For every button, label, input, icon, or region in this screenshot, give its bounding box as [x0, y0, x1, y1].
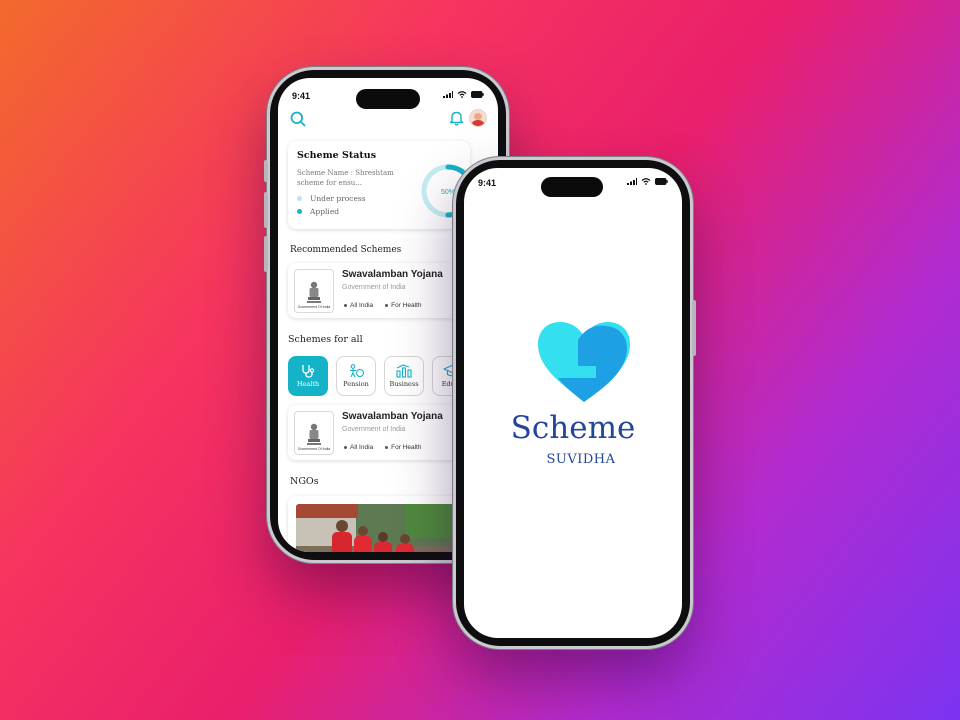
emblem-box: Government Of India	[294, 411, 334, 455]
tag-dot	[344, 304, 347, 307]
wifi-icon	[641, 178, 651, 185]
emblem-caption: Government Of India	[297, 447, 331, 451]
category-business[interactable]: Business	[384, 356, 424, 396]
promo-background: { "back_phone": { "status_time": "9:41",…	[0, 0, 960, 720]
stethoscope-icon	[302, 365, 315, 378]
status-time: 9:41	[292, 91, 311, 101]
legend-under-process: Under process	[297, 194, 366, 203]
ngos-heading: NGOs	[290, 476, 319, 487]
battery-icon	[655, 178, 668, 185]
category-label: Pension	[343, 380, 369, 388]
schemes-for-all-heading: Schemes for all	[288, 334, 363, 345]
heart-logo-icon	[538, 322, 630, 402]
volume-button	[264, 160, 268, 182]
avatar[interactable]	[469, 109, 487, 127]
tag-category: For Health	[385, 444, 421, 451]
emblem-icon	[307, 281, 321, 303]
scheme-title: Swavalamban Yojana	[342, 269, 443, 280]
legend-applied: Applied	[297, 207, 339, 216]
splash-screen-phone: 9:41 Scheme SUVIDHA	[456, 160, 696, 646]
volume-button	[264, 236, 268, 272]
volume-button	[264, 192, 268, 228]
progress-label: 50%	[441, 189, 455, 196]
tag-region: All India	[344, 444, 373, 451]
recommended-heading: Recommended Schemes	[290, 245, 402, 255]
logo-subtitle: SUVIDHA	[546, 452, 616, 467]
tag-region: All India	[344, 302, 373, 309]
tag-label: For Health	[391, 302, 422, 309]
legend-dot	[297, 196, 302, 201]
scheme-tags: All India For Health	[344, 302, 421, 309]
signal-icon	[443, 91, 453, 98]
scheme-subtitle: Government of India	[342, 284, 406, 291]
splash-screen: 9:41 Scheme SUVIDHA	[464, 168, 682, 638]
emblem-box: Government Of India	[294, 269, 334, 313]
emblem-caption: Government Of India	[297, 305, 331, 309]
dynamic-island	[541, 177, 603, 197]
tag-dot	[344, 446, 347, 449]
search-icon[interactable]	[290, 111, 306, 127]
scheme-name-text: Scheme Name : Shreshtam scheme for ensu.…	[297, 169, 394, 187]
status-icons	[443, 91, 484, 98]
category-health[interactable]: Health	[288, 356, 328, 396]
legend-dot	[297, 209, 302, 214]
tag-dot	[385, 446, 389, 449]
legend-label: Under process	[310, 194, 366, 203]
category-label: Health	[296, 380, 320, 388]
bell-icon[interactable]	[449, 110, 464, 126]
emblem-icon	[307, 423, 321, 445]
tag-label: All India	[350, 444, 374, 451]
tag-dot	[385, 304, 389, 307]
power-button	[692, 300, 696, 356]
battery-icon	[471, 91, 484, 98]
signal-icon	[627, 178, 637, 185]
status-time: 9:41	[478, 178, 497, 188]
scheme-status-card[interactable]: Scheme Status Scheme Name : Shreshtam sc…	[288, 141, 470, 229]
scheme-tags: All India For Health	[344, 444, 421, 451]
dynamic-island	[356, 89, 420, 109]
business-icon	[396, 364, 412, 378]
legend-label: Applied	[310, 207, 340, 216]
pension-icon	[350, 364, 365, 378]
scheme-title: Swavalamban Yojana	[342, 411, 443, 422]
category-label: Business	[389, 380, 419, 388]
logo-title: Scheme	[510, 410, 636, 446]
tag-label: For Health	[391, 444, 422, 451]
status-icons	[627, 178, 668, 185]
scheme-status-title: Scheme Status	[297, 150, 377, 161]
wifi-icon	[457, 91, 467, 98]
scheme-subtitle: Government of India	[342, 426, 406, 433]
tag-label: All India	[350, 302, 374, 309]
category-pension[interactable]: Pension	[336, 356, 376, 396]
tag-category: For Health	[385, 302, 421, 309]
